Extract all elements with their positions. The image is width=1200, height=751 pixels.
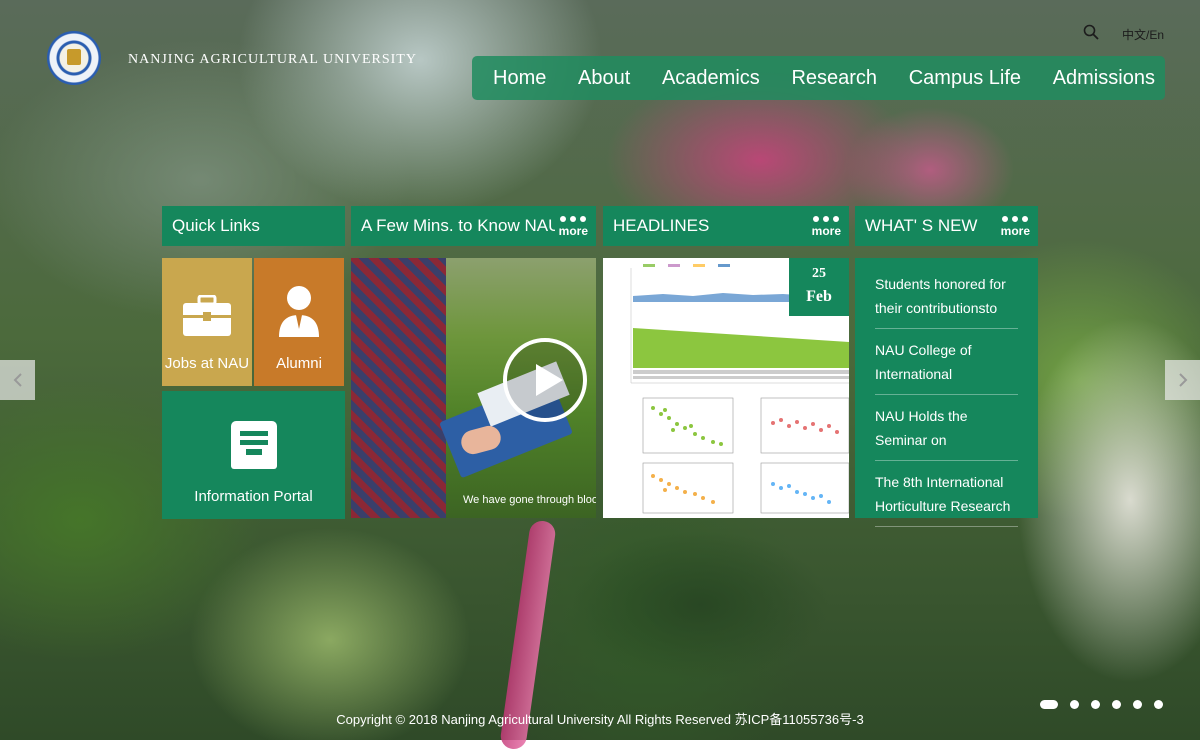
whats-new-title: WHAT' S NEW bbox=[865, 216, 978, 235]
few-mins-title: A Few Mins. to Know NAU bbox=[361, 216, 561, 235]
few-mins-more-button[interactable]: more bbox=[554, 216, 588, 238]
portal-icon bbox=[230, 421, 277, 469]
chevron-right-icon bbox=[1178, 373, 1187, 387]
briefcase-icon bbox=[183, 295, 231, 336]
headline-date-badge: 25 Feb bbox=[789, 258, 849, 316]
few-mins-header: A Few Mins. to Know NAU more bbox=[351, 206, 596, 246]
information-portal-tile[interactable]: Information Portal bbox=[162, 391, 345, 519]
video-caption: We have gone through blood, swea bbox=[463, 494, 596, 506]
nav-admissions[interactable]: Admissions bbox=[1053, 67, 1155, 90]
lang-english-link[interactable]: En bbox=[1149, 28, 1164, 42]
intro-video[interactable]: We have gone through blood, swea bbox=[351, 258, 596, 518]
news-item[interactable]: NAU College of International bbox=[875, 336, 1018, 395]
nav-academics[interactable]: Academics bbox=[662, 67, 760, 90]
slider-prev-button[interactable] bbox=[0, 360, 35, 400]
more-label: more bbox=[558, 224, 588, 238]
nav-home[interactable]: Home bbox=[493, 67, 546, 90]
slider-next-button[interactable] bbox=[1165, 360, 1200, 400]
more-label: more bbox=[811, 224, 841, 238]
pager-dot[interactable] bbox=[1070, 700, 1079, 709]
pager-dot[interactable] bbox=[1091, 700, 1100, 709]
nav-research[interactable]: Research bbox=[791, 67, 877, 90]
footer-copyright: Copyright © 2018 Nanjing Agricultural Un… bbox=[336, 712, 864, 727]
jobs-label: Jobs at NAU bbox=[164, 355, 250, 372]
headlines-header: HEADLINES more bbox=[603, 206, 849, 246]
news-item[interactable]: The 8th International Horticulture Resea… bbox=[875, 468, 1018, 527]
main-nav: Home About Academics Research Campus Lif… bbox=[472, 56, 1165, 100]
user-icon bbox=[279, 286, 319, 337]
headline-month: Feb bbox=[806, 288, 832, 305]
alumni-label: Alumni bbox=[276, 355, 322, 372]
headline-day: 25 bbox=[812, 266, 826, 281]
jobs-tile[interactable]: Jobs at NAU bbox=[162, 258, 252, 386]
headlines-title: HEADLINES bbox=[613, 216, 710, 235]
video-person bbox=[351, 258, 446, 518]
lang-chinese-link[interactable]: 中文 bbox=[1122, 28, 1146, 42]
whats-new-list: Students honored for their contributions… bbox=[855, 258, 1038, 527]
pager-dot[interactable] bbox=[1154, 700, 1163, 709]
more-dots-icon bbox=[812, 216, 841, 222]
background-leaf bbox=[570, 530, 830, 680]
pager-dot[interactable] bbox=[1112, 700, 1121, 709]
information-portal-label: Information Portal bbox=[194, 488, 313, 505]
more-dots-icon bbox=[1001, 216, 1030, 222]
slider-pager bbox=[1040, 700, 1163, 709]
nav-about[interactable]: About bbox=[578, 67, 630, 90]
play-icon[interactable] bbox=[503, 338, 587, 422]
pager-dot[interactable] bbox=[1040, 700, 1058, 709]
whats-new-header: WHAT' S NEW more bbox=[855, 206, 1038, 246]
whats-new-more-button[interactable]: more bbox=[996, 216, 1030, 238]
logo-emblem bbox=[67, 49, 81, 65]
more-label: more bbox=[1000, 224, 1030, 238]
search-icon[interactable] bbox=[1083, 24, 1099, 40]
pager-dot[interactable] bbox=[1133, 700, 1142, 709]
news-item[interactable]: Students honored for their contributions… bbox=[875, 270, 1018, 329]
headlines-more-button[interactable]: more bbox=[807, 216, 841, 238]
nav-campus-life[interactable]: Campus Life bbox=[909, 67, 1021, 90]
university-name: NANJING AGRICULTURAL UNIVERSITY bbox=[128, 52, 417, 67]
quick-links-header: Quick Links bbox=[162, 206, 345, 246]
quick-links-title: Quick Links bbox=[172, 216, 260, 235]
language-switcher: 中文/En bbox=[1122, 26, 1164, 43]
news-item[interactable]: NAU Holds the Seminar on bbox=[875, 402, 1018, 461]
more-dots-icon bbox=[559, 216, 588, 222]
alumni-tile[interactable]: Alumni bbox=[254, 258, 344, 386]
university-logo[interactable] bbox=[47, 31, 101, 85]
chevron-left-icon bbox=[13, 373, 22, 387]
